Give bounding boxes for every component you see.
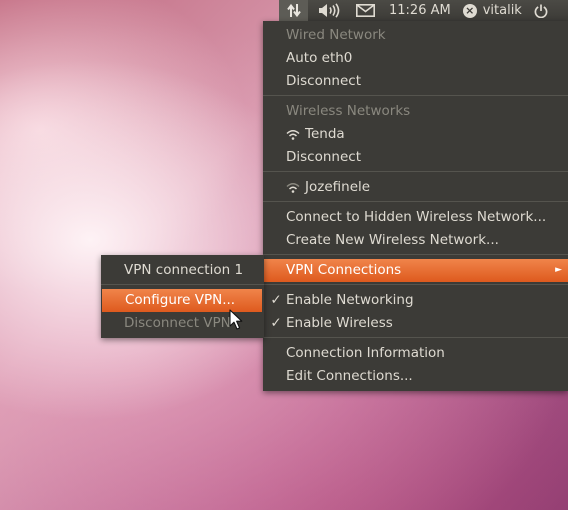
checkmark-icon: ✓ [270,315,282,331]
vpn-connections-label: VPN Connections [286,262,402,278]
connect-hidden-network-item[interactable]: Connect to Hidden Wireless Network... [263,206,568,229]
mail-icon[interactable] [356,4,375,17]
network-menu: Wired Network Auto eth0 Disconnect Wirel… [263,21,568,391]
clock[interactable]: 11:26 AM [389,3,451,18]
separator [263,254,568,255]
vpn-connections-item[interactable]: VPN Connections ► [263,259,568,282]
wifi-signal-icon [286,125,300,148]
create-new-network-item[interactable]: Create New Wireless Network... [263,229,568,252]
checkmark-icon: ✓ [270,292,282,308]
enable-wireless-item[interactable]: ✓ Enable Wireless [263,312,568,335]
vpn-connection-1-item[interactable]: VPN connection 1 [101,259,264,282]
wireless-networks-header: Wireless Networks [286,103,411,119]
enable-wireless-label: Enable Wireless [286,315,393,331]
enable-networking-label: Enable Networking [286,292,414,308]
edit-connections-item[interactable]: Edit Connections... [263,365,568,388]
separator [263,337,568,338]
separator [101,284,264,285]
wireless-disconnect-item[interactable]: Disconnect [263,146,568,169]
tenda-network-label: Tenda [305,126,345,142]
separator [263,284,568,285]
user-name: vitalik [482,3,522,18]
user-status-icon: × [462,3,477,18]
enable-networking-item[interactable]: ✓ Enable Networking [263,289,568,312]
power-icon[interactable] [534,4,548,18]
separator [263,171,568,172]
jozefinele-network-item[interactable]: Jozefinele [263,176,568,199]
separator [263,201,568,202]
top-panel: 11:26 AM × vitalik [279,0,568,21]
connection-information-item[interactable]: Connection Information [263,342,568,365]
separator [263,95,568,96]
user-menu[interactable]: × vitalik [462,3,522,18]
jozefinele-network-label: Jozefinele [305,179,371,195]
wired-network-header: Wired Network [286,27,386,43]
wired-disconnect-item[interactable]: Disconnect [263,70,568,93]
mouse-cursor-icon [229,309,243,330]
auto-eth0-item[interactable]: Auto eth0 [263,47,568,70]
network-arrows-icon [286,3,301,18]
network-indicator[interactable] [279,0,308,21]
submenu-arrow-icon: ► [555,265,562,275]
volume-icon[interactable] [318,3,340,18]
tenda-network-item[interactable]: Tenda [263,123,568,146]
wifi-signal-icon [286,178,300,201]
